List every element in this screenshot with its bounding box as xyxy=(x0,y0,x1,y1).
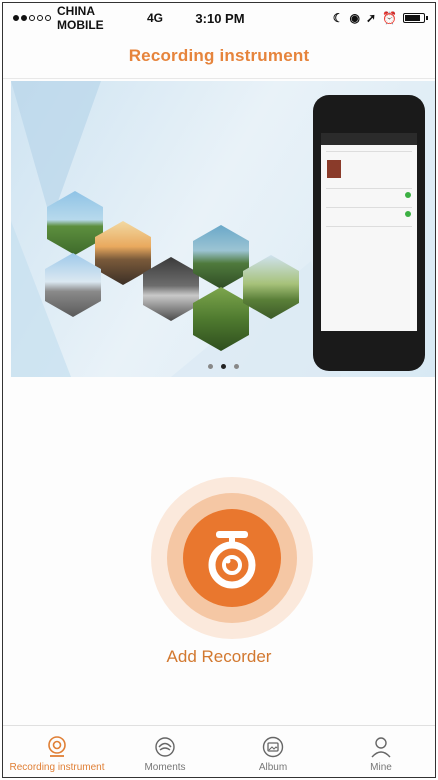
banner-carousel[interactable] xyxy=(11,81,435,377)
nav-bar: Recording instrument xyxy=(3,33,435,79)
status-time: 3:10 PM xyxy=(195,10,245,26)
tab-album[interactable]: Album xyxy=(219,726,327,777)
carrier-name: CHINA MOBILE xyxy=(57,4,104,32)
tab-label: Album xyxy=(258,762,288,773)
location-icon: ➚ xyxy=(365,11,377,25)
dashcam-icon xyxy=(208,531,256,589)
camera-icon xyxy=(48,736,66,757)
alarm-icon: ⏰ xyxy=(382,11,397,25)
tab-label: Moments xyxy=(144,762,186,773)
moments-icon xyxy=(155,737,175,757)
tab-label: Mine xyxy=(370,762,392,773)
add-recorder-button[interactable] xyxy=(151,477,313,639)
status-bar: CHINA MOBILE 4G 3:10 PM ☾ ◉ ➚ ⏰ xyxy=(3,3,435,33)
status-left: CHINA MOBILE 4G xyxy=(13,4,163,32)
tab-mine[interactable]: Mine xyxy=(327,726,435,777)
tab-recording-instrument[interactable]: Recording instrument xyxy=(3,726,111,777)
tab-moments[interactable]: Moments xyxy=(111,726,219,777)
carousel-page-indicator[interactable] xyxy=(11,364,435,369)
moon-icon: ☾ xyxy=(332,11,344,25)
album-icon xyxy=(262,736,284,758)
tab-bar: Recording instrument Moments Album Mine xyxy=(3,725,435,777)
app-frame: CHINA MOBILE 4G 3:10 PM ☾ ◉ ➚ ⏰ Recordin… xyxy=(2,2,436,778)
page-title: Recording instrument xyxy=(128,45,310,65)
phone-mockup-image xyxy=(313,95,425,371)
person-icon xyxy=(371,737,391,758)
orientation-lock-icon: ◉ xyxy=(349,11,360,25)
page-dot[interactable] xyxy=(207,364,213,369)
status-right: ☾ ◉ ➚ ⏰ xyxy=(285,11,428,25)
battery-icon xyxy=(403,13,428,23)
phone-mockup-screen xyxy=(321,133,417,331)
tab-label: Recording instrument xyxy=(9,762,105,773)
signal-icon xyxy=(13,15,51,21)
add-recorder-label[interactable]: Add Recorder xyxy=(3,647,435,667)
page-dot-active[interactable] xyxy=(220,364,226,369)
page-dot[interactable] xyxy=(233,364,239,369)
